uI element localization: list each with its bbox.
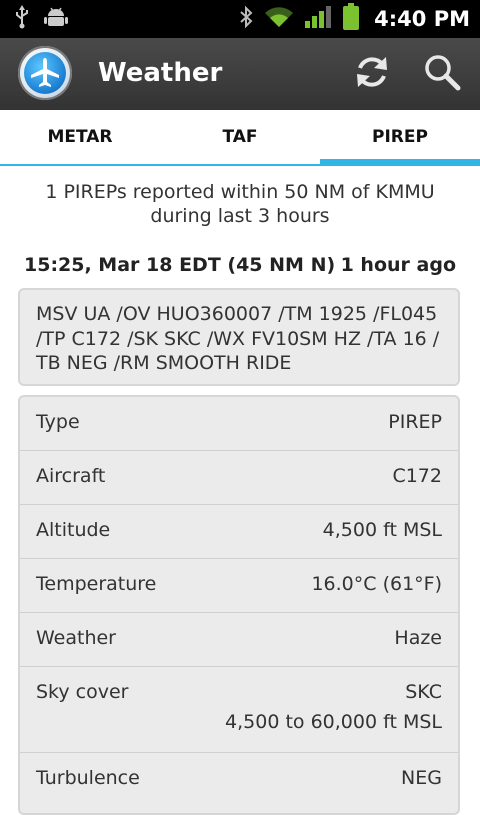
raw-pirep-text: MSV UA /OV HUO360007 /TM 1925 /FL045 /TP… (18, 288, 460, 386)
status-bar: 4:40 PM (0, 0, 480, 38)
pirep-summary: 1 PIREPs reported within 50 NM of KMMU d… (0, 180, 480, 228)
pirep-details-card: Type PIREP Aircraft C172 Altitude 4,500 … (18, 395, 460, 815)
report-header: 15:25, Mar 18 EDT (45 NM N) 1 hour ago (24, 254, 456, 280)
wifi-icon (264, 5, 294, 33)
detail-row-temperature: Temperature 16.0°C (61°F) (20, 559, 458, 613)
detail-row-altitude: Altitude 4,500 ft MSL (20, 505, 458, 559)
report-age: 1 hour ago (340, 254, 456, 276)
detail-value: 4,500 ft MSL (322, 519, 442, 541)
battery-icon (342, 3, 360, 35)
refresh-button[interactable] (350, 52, 394, 96)
detail-value: 16.0°C (61°F) (311, 573, 442, 595)
detail-value: SKC (405, 681, 442, 703)
clock: 4:40 PM (374, 7, 470, 31)
detail-value-secondary: 4,500 to 60,000 ft MSL (225, 711, 442, 733)
tab-taf[interactable]: TAF (160, 110, 320, 164)
detail-label: Turbulence (36, 767, 140, 789)
summary-line-2: during last 3 hours (150, 205, 330, 227)
detail-label: Type (36, 411, 80, 433)
refresh-icon (352, 52, 392, 96)
tab-pirep[interactable]: PIREP (320, 110, 480, 166)
signal-icon (304, 5, 332, 33)
summary-line-1: 1 PIREPs reported within 50 NM of KMMU (45, 181, 435, 203)
airplane-logo-icon[interactable] (18, 46, 72, 100)
detail-label: Temperature (36, 573, 157, 595)
detail-label: Sky cover (36, 681, 129, 703)
tab-metar[interactable]: METAR (0, 110, 160, 164)
detail-label: Altitude (36, 519, 111, 541)
detail-value: Haze (394, 627, 442, 649)
detail-row-turbulence: Turbulence NEG (20, 753, 458, 807)
android-debug-icon (44, 6, 68, 32)
search-button[interactable] (420, 52, 464, 96)
action-bar: Weather (0, 38, 480, 110)
page-title: Weather (98, 58, 223, 88)
detail-label: Aircraft (36, 465, 106, 487)
report-time: 15:25, Mar 18 EDT (45 NM N) (24, 254, 336, 276)
detail-row-type: Type PIREP (20, 397, 458, 451)
bluetooth-icon (238, 5, 254, 33)
detail-value: PIREP (388, 411, 442, 433)
tab-bar: METAR TAF PIREP (0, 110, 480, 166)
detail-row-aircraft: Aircraft C172 (20, 451, 458, 505)
detail-row-sky-cover: Sky cover SKC 4,500 to 60,000 ft MSL (20, 667, 458, 753)
detail-row-weather: Weather Haze (20, 613, 458, 667)
detail-value: NEG (401, 767, 442, 789)
detail-label: Weather (36, 627, 116, 649)
search-icon (422, 52, 462, 96)
usb-icon (14, 5, 30, 33)
detail-value: C172 (392, 465, 442, 487)
